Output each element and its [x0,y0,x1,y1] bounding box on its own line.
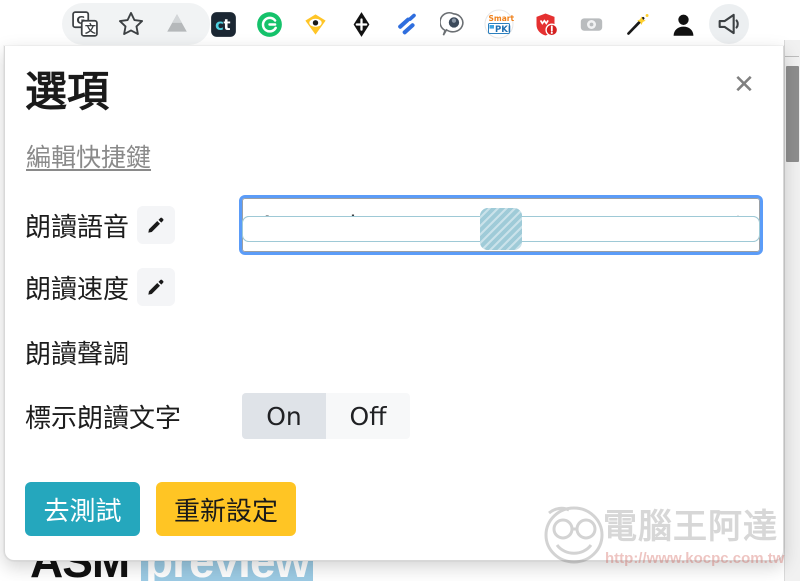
svg-text:PKI: PKI [495,25,511,35]
screen: ASM preview G 文 [0,0,800,581]
svg-text:c: c [215,17,224,34]
eye-shield-icon[interactable] [292,2,338,46]
cloud-drive-icon[interactable] [154,2,200,46]
row-highlight-text: 標示朗讀文字 On Off [5,384,783,448]
black-diamond-plus-icon[interactable] [338,2,384,46]
pitch-slider[interactable] [242,208,760,250]
bookmark-star-icon[interactable] [108,2,154,46]
row-label-highlight-text: 標示朗讀文字 [25,403,182,434]
megaphone-icon[interactable] [706,2,752,46]
highlight-toggle-on[interactable]: On [242,393,326,439]
grammarly-icon[interactable] [246,2,292,46]
row-label-read-pitch: 朗讀聲調 [25,339,130,370]
svg-text:Smart: Smart [489,14,515,23]
row-read-speed: 朗讀速度 [5,208,783,320]
go-test-button[interactable]: 去測試 [25,482,140,536]
red-shield-alert-icon[interactable] [522,2,568,46]
browser-extension-toolbar: G 文 c t Smart PKI [0,0,800,48]
close-icon[interactable]: ✕ [727,68,761,102]
highlight-toggle-group: On Off [242,393,410,439]
person-avatar-icon[interactable] [660,2,706,46]
svg-text:文: 文 [85,22,96,36]
reset-button[interactable]: 重新設定 [156,482,297,536]
blue-stripes-icon[interactable] [384,2,430,46]
row-label-read-voice: 朗讀語音 [25,212,130,243]
grey-capsule-icon[interactable] [568,2,614,46]
vertical-scrollbar[interactable] [784,40,800,581]
edit-pencil-icon-voice[interactable] [137,206,176,244]
edit-pencil-icon-speed[interactable] [137,268,176,306]
scrollbar-up-button[interactable] [785,40,799,57]
dialog-footer: 去測試 重新設定 [25,482,297,536]
row-label-read-speed: 朗讀速度 [25,274,130,305]
chat-bubble-avatar-icon[interactable] [430,2,476,46]
pitch-slider-thumb[interactable] [480,208,522,250]
row-read-pitch: 朗讀聲調 [5,208,783,384]
magic-wand-icon[interactable] [614,2,660,46]
google-translate-icon[interactable]: G 文 [62,2,108,46]
settings-rows: 朗讀語音 Auto select 朗讀速度 [5,195,783,448]
page-title: 選項 [25,67,110,116]
edit-shortcuts-link[interactable]: 編輯快捷鍵 [26,138,151,174]
ct-icon[interactable]: c t [200,2,246,46]
edit-icon-placeholder [137,333,175,371]
options-dialog: ✕ 選項 編輯快捷鍵 朗讀語音 Auto select [4,46,784,561]
highlight-toggle-off[interactable]: Off [326,393,410,439]
svg-text:t: t [223,17,230,34]
scrollbar-thumb[interactable] [786,66,799,162]
smart-pki-icon[interactable]: Smart PKI [476,2,522,46]
